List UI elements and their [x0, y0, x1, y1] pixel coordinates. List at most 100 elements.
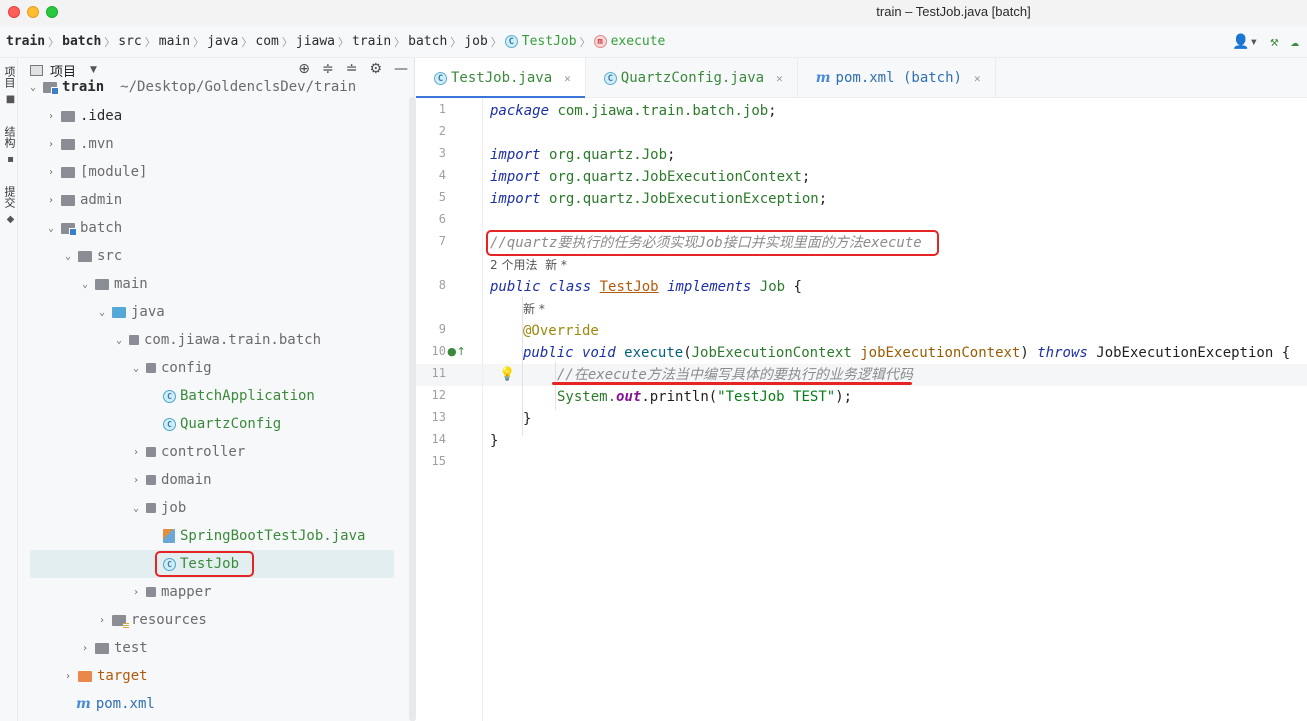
breadcrumb-item[interactable]: batch	[408, 34, 447, 49]
chevron-down-icon[interactable]: ⌄	[61, 251, 75, 262]
chevron-down-icon[interactable]: ⌄	[44, 223, 58, 234]
tree-item-config[interactable]: ⌄ config	[18, 354, 398, 382]
code-editor[interactable]: 1 2 3 4 5 6 7 8 9 10 11 12 13 14 15 pack…	[416, 98, 1307, 721]
chevron-right-icon[interactable]: ›	[44, 111, 58, 122]
folder-icon	[61, 166, 75, 178]
commit-icon: ◆	[5, 214, 16, 225]
tree-item-module[interactable]: › [module]	[18, 158, 398, 186]
class-icon: C	[504, 35, 518, 48]
tree-item-mapper[interactable]: › mapper	[18, 578, 398, 606]
breadcrumb-item[interactable]: train	[352, 34, 391, 49]
lightbulb-icon[interactable]: 💡	[499, 367, 515, 382]
breadcrumb-separator-icon: 〉	[579, 35, 591, 49]
run-config-icon[interactable]: ☁	[1291, 34, 1299, 50]
tab-pom[interactable]: m pom.xml (batch) ✕	[798, 58, 996, 98]
package-icon	[146, 475, 156, 485]
chevron-down-icon[interactable]: ⌄	[129, 363, 143, 374]
tree-item-label: BatchApplication	[180, 388, 315, 404]
chevron-right-icon[interactable]: ›	[95, 615, 109, 626]
chevron-down-icon[interactable]: ⌄	[26, 82, 40, 93]
tree-item-label: admin	[80, 192, 123, 208]
tree-item-test[interactable]: › test	[18, 634, 398, 662]
close-icon[interactable]: ✕	[776, 72, 783, 85]
breadcrumb-item[interactable]: jiawa	[296, 34, 335, 49]
highlight-box-tree	[155, 551, 254, 577]
tree-item-resources[interactable]: › resources	[18, 606, 398, 634]
line-number: 15	[431, 454, 446, 468]
chevron-right-icon[interactable]: ›	[44, 139, 58, 150]
implementation-marker-icon[interactable]: ●↑	[447, 345, 466, 358]
breadcrumb-item[interactable]: src	[118, 34, 141, 49]
breadcrumb-separator-icon: 〉	[338, 35, 350, 49]
tool-tab-structure-label: 结构	[3, 126, 16, 148]
tree-item-controller[interactable]: › controller	[18, 438, 398, 466]
usage-hint[interactable]: 2 个用法 新 *	[490, 254, 567, 276]
tree-item-main[interactable]: ⌄ main	[18, 270, 398, 298]
breadcrumb-item[interactable]: batch	[62, 34, 101, 49]
tree-item-job[interactable]: ⌄ job	[18, 494, 398, 522]
line-number: 11	[431, 366, 446, 380]
tree-item-batch[interactable]: ⌄ batch	[18, 214, 398, 242]
tree-item-label: com.jiawa.train.batch	[144, 332, 322, 348]
tree-item-admin[interactable]: › admin	[18, 186, 398, 214]
breadcrumb-item[interactable]: job	[464, 34, 487, 49]
tab-testjob[interactable]: C TestJob.java ✕	[416, 58, 586, 99]
folder-icon	[95, 278, 109, 290]
chevron-right-icon[interactable]: ›	[129, 447, 143, 458]
breadcrumb-item[interactable]: train	[6, 34, 45, 49]
code-line-9: @Override	[523, 323, 599, 339]
line-gutter: 1 2 3 4 5 6 7 8 9 10 11 12 13 14 15	[416, 98, 484, 721]
indent-guide	[555, 362, 556, 410]
tab-label: pom.xml (batch)	[835, 70, 962, 86]
tree-item-target[interactable]: › target	[18, 662, 398, 690]
breadcrumb-item[interactable]: main	[159, 34, 190, 49]
tree-item-path: ~/Desktop/GoldenclsDev/train	[120, 79, 357, 95]
maven-icon: m	[815, 70, 831, 86]
chevron-down-icon[interactable]: ⌄	[129, 503, 143, 514]
chevron-right-icon[interactable]: ›	[129, 475, 143, 486]
tree-item-package[interactable]: ⌄ com.jiawa.train.batch	[18, 326, 398, 354]
tree-item-root[interactable]: ⌄ train ~/Desktop/GoldenclsDev/train	[18, 74, 398, 100]
project-scrollbar[interactable]	[409, 97, 416, 721]
breadcrumb-separator-icon: 〉	[490, 35, 502, 49]
tree-item-pom[interactable]: m pom.xml	[18, 690, 398, 718]
tree-item-quartz-config[interactable]: C QuartzConfig	[18, 410, 398, 438]
chevron-right-icon[interactable]: ›	[78, 643, 92, 654]
tool-tab-commit-label: 提交	[3, 186, 16, 208]
close-icon[interactable]: ✕	[564, 72, 571, 85]
chevron-down-icon[interactable]: ⌄	[78, 279, 92, 290]
close-icon[interactable]: ✕	[974, 72, 981, 85]
folder-icon	[43, 81, 59, 95]
breadcrumb-class[interactable]: TestJob	[522, 34, 577, 49]
code-line-4: import org.quartz.JobExecutionContext;	[490, 169, 811, 185]
chevron-right-icon[interactable]: ›	[44, 167, 58, 178]
tool-tab-structure[interactable]: 结构	[1, 126, 17, 148]
toolbar-right: 👤▾ ⚒ ☁	[1232, 26, 1307, 58]
tree-item-batch-application[interactable]: C BatchApplication	[18, 382, 398, 410]
build-hammer-icon[interactable]: ⚒	[1270, 34, 1278, 50]
chevron-down-icon[interactable]: ⌄	[95, 307, 109, 318]
tab-quartzconfig[interactable]: C QuartzConfig.java ✕	[586, 58, 798, 98]
tab-label: TestJob.java	[451, 70, 553, 86]
folder-icon: ■	[5, 94, 16, 105]
breadcrumb-method[interactable]: execute	[611, 34, 666, 49]
tool-tab-commit[interactable]: 提交	[1, 186, 17, 208]
breadcrumb-item[interactable]: com	[255, 34, 278, 49]
tree-item-mvn[interactable]: › .mvn	[18, 130, 398, 158]
breadcrumb-item[interactable]: java	[207, 34, 238, 49]
chevron-down-icon[interactable]: ⌄	[112, 335, 126, 346]
tree-item-label: src	[97, 248, 123, 264]
tree-item-idea[interactable]: › .idea	[18, 102, 398, 130]
chevron-right-icon[interactable]: ›	[61, 671, 75, 682]
breadcrumb-separator-icon: 〉	[104, 35, 116, 49]
tree-item-java[interactable]: ⌄ java	[18, 298, 398, 326]
user-icon[interactable]: 👤▾	[1232, 34, 1258, 50]
tool-tab-project[interactable]: 项目	[1, 66, 17, 88]
author-hint[interactable]: 新 *	[523, 298, 545, 320]
tree-item-src[interactable]: ⌄ src	[18, 242, 398, 270]
chevron-right-icon[interactable]: ›	[44, 195, 58, 206]
tree-item-spring-boot-test-job[interactable]: SpringBootTestJob.java	[18, 522, 398, 550]
tree-item-domain[interactable]: › domain	[18, 466, 398, 494]
folder-icon	[78, 670, 92, 682]
chevron-right-icon[interactable]: ›	[129, 587, 143, 598]
